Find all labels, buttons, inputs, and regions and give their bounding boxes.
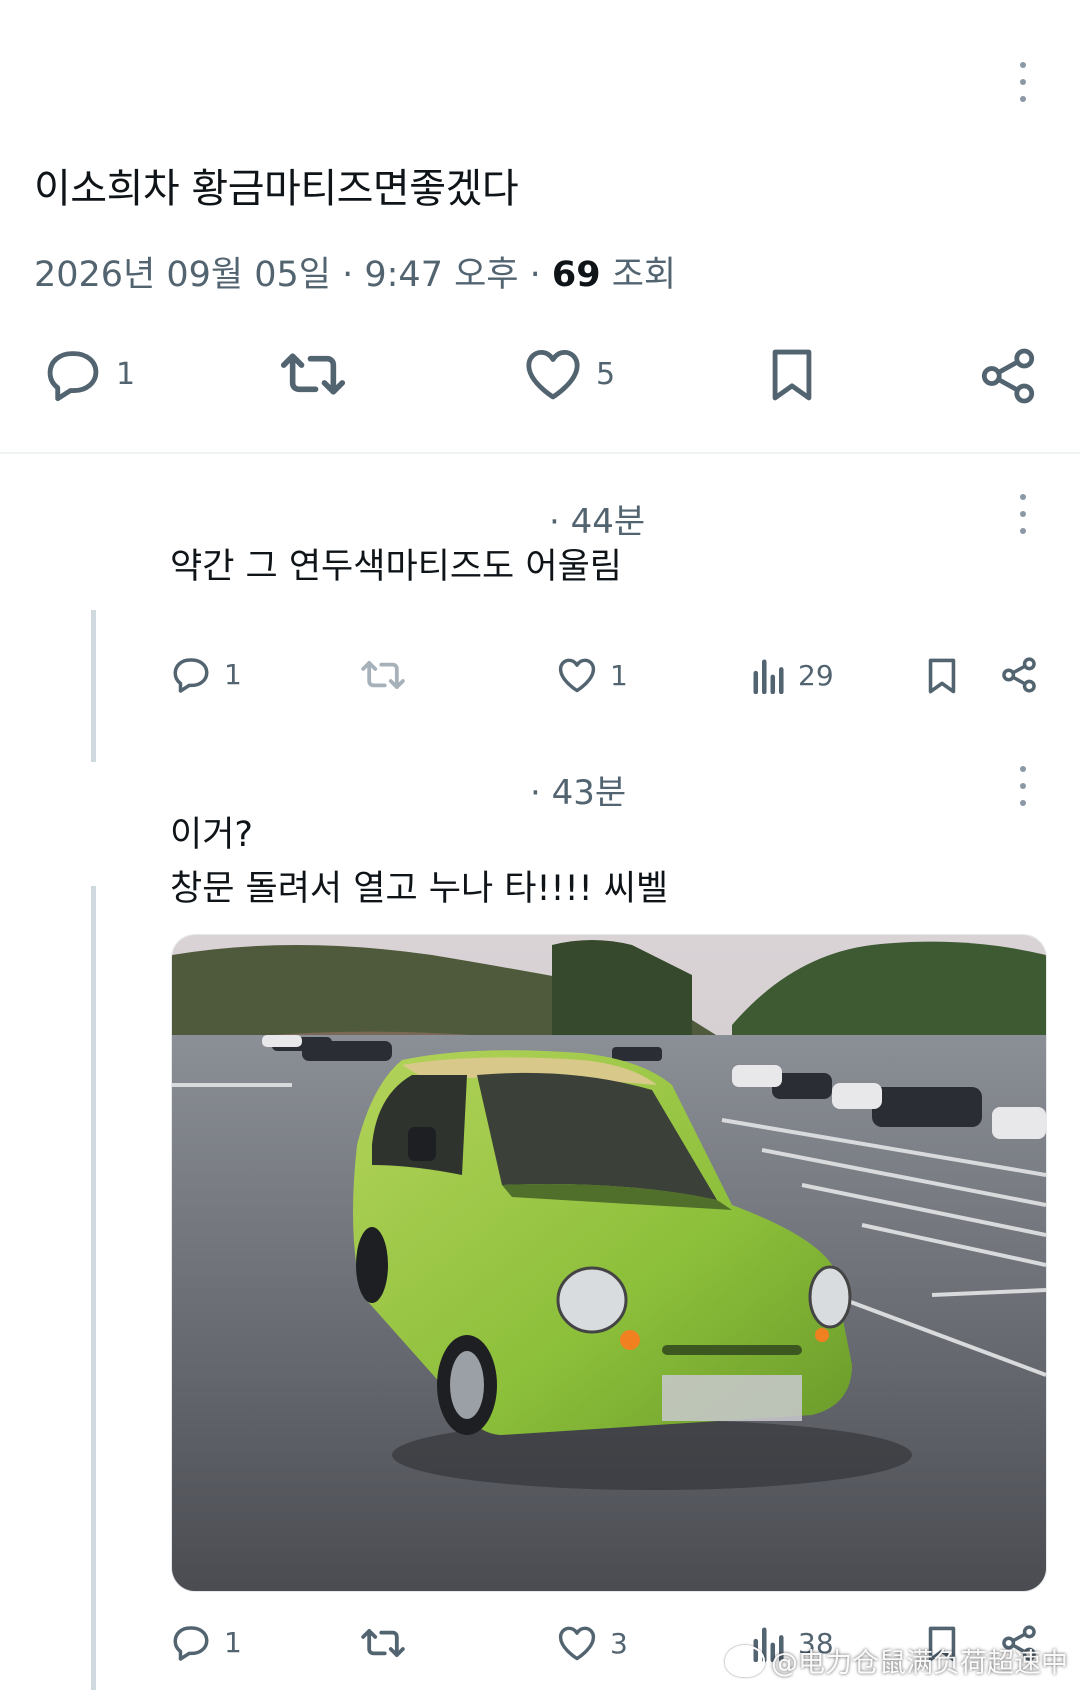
retweet-icon xyxy=(280,353,346,395)
retweet-button[interactable] xyxy=(278,346,348,402)
bookmark-button[interactable] xyxy=(764,346,820,404)
weibo-logo-icon xyxy=(725,1644,765,1677)
heart-icon xyxy=(558,658,596,693)
retweet-icon xyxy=(361,661,405,689)
post-meta: 2026년 09월 05일 · 9:47 오후 · 69 조회 xyxy=(34,246,676,297)
divider xyxy=(0,452,1080,454)
post-date: 2026년 09월 05일 · 9:47 오후 · xyxy=(34,255,552,295)
watermark-text: @电力仓鼠满负荷超速中 xyxy=(771,1648,1068,1679)
reply-2-reply-count: 1 xyxy=(224,1625,242,1659)
reply-icon xyxy=(47,351,99,402)
reply-1-views-button[interactable]: 29 xyxy=(752,656,834,694)
reply-1-like-count: 1 xyxy=(610,658,628,692)
reply-1-reply-button[interactable]: 1 xyxy=(170,654,242,694)
reply-count: 1 xyxy=(116,356,136,392)
reply-icon xyxy=(173,1626,209,1661)
reply-1-view-count: 29 xyxy=(798,658,834,692)
reply-1-share-button[interactable] xyxy=(1000,656,1038,694)
retweet-icon xyxy=(361,1629,405,1657)
heart-icon xyxy=(558,1626,596,1661)
bookmark-icon xyxy=(928,658,956,694)
reply-2-more-icon[interactable] xyxy=(1018,766,1028,806)
view-label: 조회 xyxy=(600,255,677,295)
reply-icon xyxy=(173,658,209,693)
watermark: @电力仓鼠满负荷超速中 xyxy=(725,1641,1068,1680)
reply-1-reply-count: 1 xyxy=(224,657,242,691)
reply-2-like-button[interactable]: 3 xyxy=(556,1624,628,1662)
like-button[interactable]: 5 xyxy=(522,346,615,402)
reply-2-retweet-button[interactable] xyxy=(360,1624,406,1662)
post-text: 이소희차 황금마티즈면좋겠다 xyxy=(34,166,519,212)
more-options-icon[interactable] xyxy=(1018,62,1028,102)
view-count: 69 xyxy=(551,255,601,295)
thread-line xyxy=(91,610,96,762)
reply-1-more-icon[interactable] xyxy=(1018,494,1028,534)
views-icon xyxy=(753,659,784,694)
reply-2-reply-button[interactable]: 1 xyxy=(170,1622,242,1662)
reply-1-like-button[interactable]: 1 xyxy=(556,656,628,694)
reply-1-text: 약간 그 연두색마티즈도 어울림 xyxy=(170,547,622,587)
reply-2-text-line2: 창문 돌려서 열고 누나 타!!!! 씨벨 xyxy=(170,869,669,909)
reply-button[interactable]: 1 xyxy=(42,346,135,402)
heart-icon xyxy=(526,349,580,400)
reply-1-retweet-button[interactable] xyxy=(360,656,406,694)
share-icon xyxy=(981,348,1035,404)
share-icon xyxy=(1002,657,1036,693)
car-photo xyxy=(172,935,1046,1591)
reply-2-time: · 43분 xyxy=(530,773,627,813)
attached-photo[interactable] xyxy=(171,934,1047,1592)
reply-1-bookmark-button[interactable] xyxy=(924,656,960,696)
thread-line xyxy=(91,886,96,1690)
like-count: 5 xyxy=(596,356,616,392)
bookmark-icon xyxy=(772,349,812,401)
reply-2-like-count: 3 xyxy=(610,1626,628,1660)
share-button[interactable] xyxy=(978,346,1038,406)
reply-2-text-line1: 이거? xyxy=(170,815,253,855)
reply-1-time: · 44분 xyxy=(549,502,646,542)
